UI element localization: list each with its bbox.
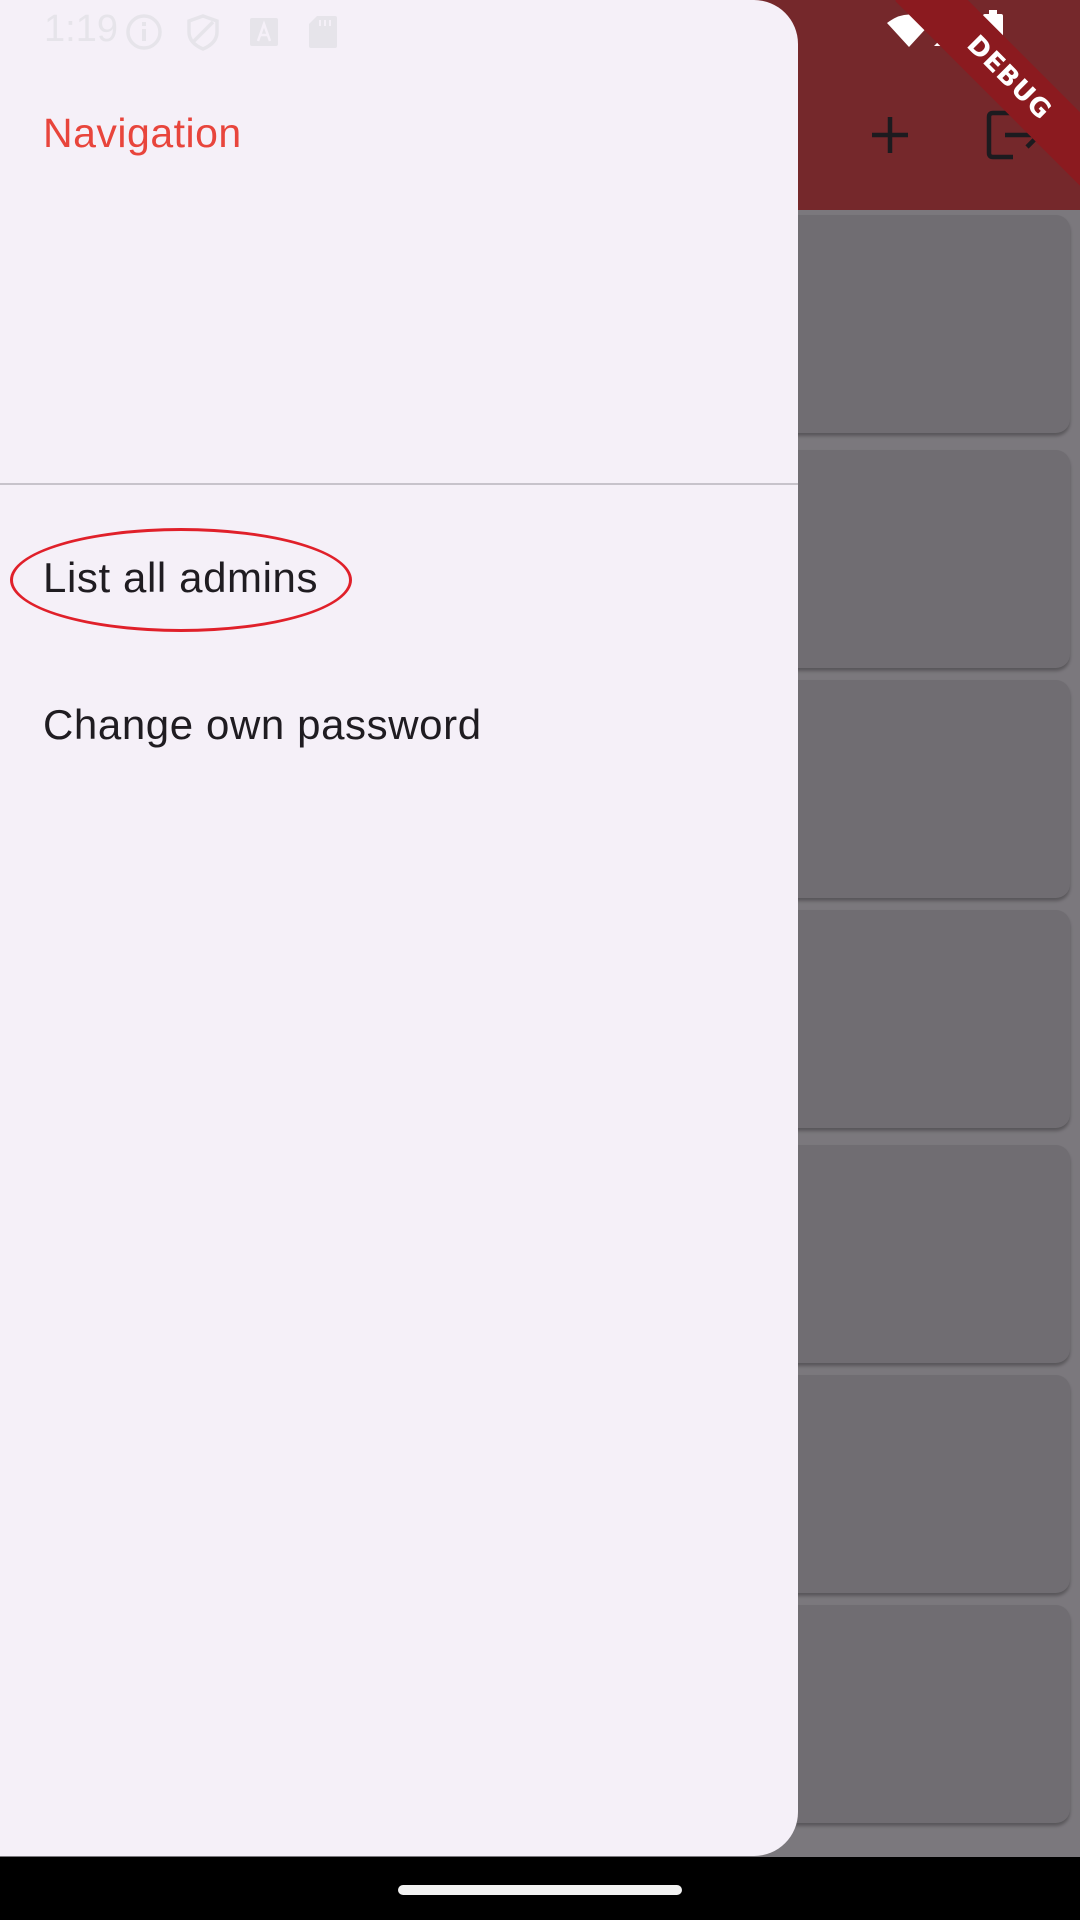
shield-icon [187, 14, 219, 51]
add-icon [872, 117, 908, 153]
sd-card-icon [309, 16, 337, 48]
drawer-divider [0, 483, 798, 485]
drawer-item-list-all-admins[interactable]: List all admins [0, 523, 798, 633]
system-navigation-bar [0, 1857, 1080, 1920]
drawer-item-label: List all admins [43, 554, 319, 601]
navigation-drawer: Navigation List all admins Change own pa… [0, 0, 798, 1856]
home-gesture-handle[interactable] [398, 1885, 682, 1895]
drawer-item-label: Change own password [43, 701, 482, 748]
screen: DEBUG Navigation List all admins Change … [0, 0, 1080, 1920]
status-time: 1:19 [44, 8, 118, 50]
drawer-header-title: Navigation [43, 110, 242, 156]
drawer-item-change-own-password[interactable]: Change own password [0, 670, 798, 780]
info-icon [126, 14, 162, 50]
text-a-icon [250, 18, 278, 46]
add-button[interactable] [850, 95, 930, 175]
